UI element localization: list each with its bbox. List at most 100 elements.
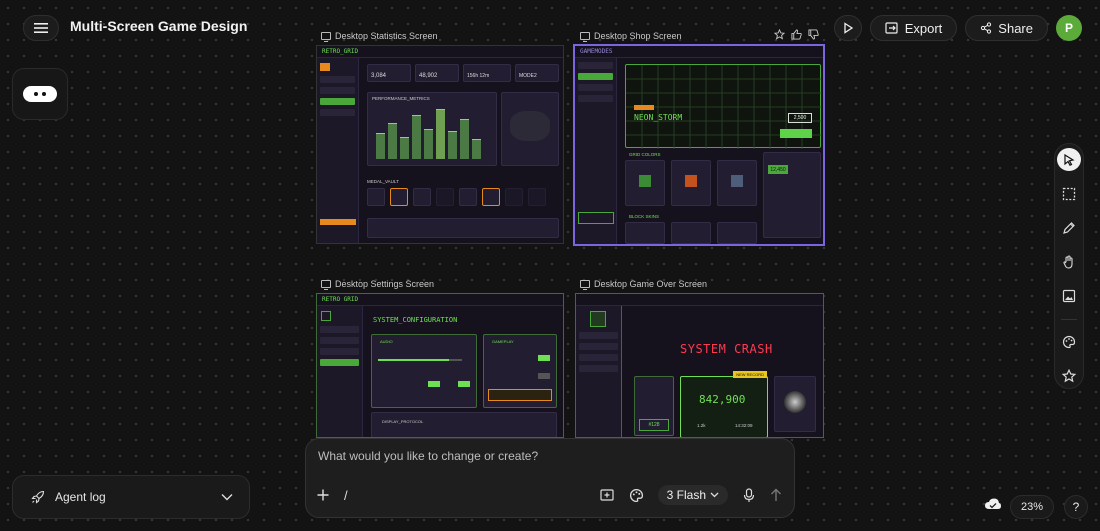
balance-value: 12,450 bbox=[768, 165, 788, 174]
toggle bbox=[538, 373, 550, 379]
export-icon bbox=[885, 22, 898, 34]
screen-label-settings[interactable]: Desktop Settings Screen bbox=[321, 279, 435, 290]
tools-toolbar bbox=[1054, 143, 1084, 389]
stat-time: 14:32:09 bbox=[735, 423, 753, 428]
prompt-box[interactable]: What would you like to change or create?… bbox=[305, 438, 795, 518]
sidebar-item bbox=[578, 84, 613, 91]
thumbs-down-icon[interactable] bbox=[808, 29, 819, 40]
screen-label-statistics[interactable]: Desktop Statistics Screen bbox=[321, 31, 438, 42]
screen-sidebar bbox=[576, 306, 622, 437]
pencil-icon bbox=[1063, 221, 1075, 234]
hand-tool[interactable] bbox=[1057, 250, 1081, 273]
map-card bbox=[501, 92, 559, 166]
play-icon bbox=[844, 22, 853, 34]
image-icon bbox=[1062, 290, 1076, 303]
explosion-graphic bbox=[784, 391, 806, 413]
model-selector[interactable]: 3 Flash bbox=[657, 485, 728, 505]
hero-title: NEON_STORM bbox=[634, 113, 683, 122]
add-icon[interactable] bbox=[316, 488, 330, 502]
shop-item bbox=[671, 160, 711, 206]
stat-value: MODE2 bbox=[519, 73, 537, 79]
audio-panel: AUDIO bbox=[371, 334, 477, 408]
cursor-tool[interactable] bbox=[1057, 148, 1081, 172]
sidebar-item bbox=[579, 332, 618, 339]
play-button[interactable] bbox=[833, 15, 862, 41]
screen-label-text: Desktop Settings Screen bbox=[335, 279, 435, 289]
chart-bar bbox=[376, 133, 385, 159]
monitor-icon bbox=[580, 32, 590, 42]
chat-button[interactable] bbox=[12, 68, 68, 120]
sidebar-item bbox=[320, 348, 359, 355]
stats-list: #128 bbox=[634, 376, 674, 436]
menu-button[interactable] bbox=[23, 15, 59, 41]
shop-item bbox=[625, 222, 665, 244]
screen-header bbox=[576, 294, 823, 306]
chart-bar bbox=[436, 109, 445, 159]
star-icon bbox=[1062, 369, 1076, 383]
screen-feedback bbox=[774, 29, 819, 40]
image-tool[interactable] bbox=[1057, 285, 1081, 308]
shop-item bbox=[717, 160, 757, 206]
color-grid bbox=[625, 160, 757, 206]
brand-text: RETRO_GRID bbox=[322, 48, 359, 55]
sidebar-item bbox=[320, 87, 355, 94]
agent-log-panel[interactable]: Agent log bbox=[12, 475, 250, 519]
section-title: GRID COLORS bbox=[629, 152, 661, 157]
thumbs-up-icon[interactable] bbox=[791, 29, 802, 40]
star-icon[interactable] bbox=[774, 29, 785, 40]
sidebar-item-active bbox=[320, 98, 355, 105]
user-avatar[interactable]: P bbox=[1056, 15, 1082, 41]
theme-tool[interactable] bbox=[1057, 331, 1081, 354]
cta-bar bbox=[320, 219, 356, 225]
share-button[interactable]: Share bbox=[965, 15, 1048, 41]
hero-tag bbox=[634, 105, 654, 110]
panel-title: DISPLAY_PROTOCOL bbox=[382, 419, 424, 424]
pencil-tool[interactable] bbox=[1057, 216, 1081, 239]
shop-screen[interactable]: GAMEMODES NEON_STORM 2,500 GRID COLORS 1… bbox=[573, 44, 825, 246]
prompt-input[interactable]: What would you like to change or create? bbox=[318, 449, 538, 463]
chat-bubble-icon bbox=[23, 86, 57, 102]
final-score: 842,900 bbox=[699, 393, 746, 406]
rocket-icon bbox=[31, 490, 45, 504]
voice-icon[interactable] bbox=[742, 487, 756, 503]
balance-card: 12,450 bbox=[763, 152, 821, 238]
sidebar-item bbox=[578, 62, 613, 69]
stat-card: 3,084 bbox=[367, 64, 411, 82]
help-button[interactable]: ? bbox=[1064, 495, 1088, 519]
palette-icon[interactable] bbox=[629, 488, 644, 503]
export-button[interactable]: Export bbox=[869, 15, 958, 41]
stat-card: 156h 12m bbox=[463, 64, 511, 82]
send-icon[interactable] bbox=[770, 488, 782, 502]
zoom-level[interactable]: 23% bbox=[1009, 495, 1054, 519]
slash-command-button[interactable]: / bbox=[344, 488, 348, 503]
stat-value: 156h 12m bbox=[467, 73, 490, 79]
favorite-tool[interactable] bbox=[1057, 365, 1081, 388]
medal bbox=[482, 188, 500, 206]
screen-label-text: Desktop Game Over Screen bbox=[594, 279, 708, 289]
cloud-sync-icon[interactable] bbox=[984, 497, 1002, 511]
buy-button bbox=[780, 129, 812, 138]
select-tool[interactable] bbox=[1057, 182, 1081, 205]
screen-label-game-over[interactable]: Desktop Game Over Screen bbox=[580, 279, 708, 290]
section-title: BLOCK SKINS bbox=[629, 214, 660, 219]
share-label: Share bbox=[998, 20, 1033, 36]
toggle bbox=[538, 355, 550, 361]
statistics-screen[interactable]: RETRO_GRID 3,084 48,902 156h 12m MODE2 P… bbox=[316, 45, 564, 244]
chart-bar bbox=[448, 131, 457, 159]
sidebar-item bbox=[320, 337, 359, 344]
screen-label-shop[interactable]: Desktop Shop Screen bbox=[580, 31, 682, 42]
medal bbox=[390, 188, 408, 206]
screen-header: RETRO_GRID bbox=[317, 46, 563, 58]
medal bbox=[528, 188, 546, 206]
bars-area bbox=[376, 105, 488, 159]
shop-item bbox=[671, 222, 711, 244]
chevron-down-icon bbox=[221, 494, 233, 501]
volume-slider bbox=[378, 359, 462, 361]
logo-mark bbox=[320, 63, 330, 71]
settings-screen[interactable]: RETRO GRID SYSTEM_CONFIGURATION AUDIO GA… bbox=[316, 293, 564, 438]
monitor-icon bbox=[321, 32, 331, 42]
game-over-screen[interactable]: SYSTEM CRASH #128 NEW RECORD 842,900 1.2… bbox=[575, 293, 824, 438]
hero-price: 2,500 bbox=[788, 113, 812, 123]
screen-sidebar bbox=[317, 58, 359, 243]
add-screen-icon[interactable] bbox=[600, 488, 615, 502]
